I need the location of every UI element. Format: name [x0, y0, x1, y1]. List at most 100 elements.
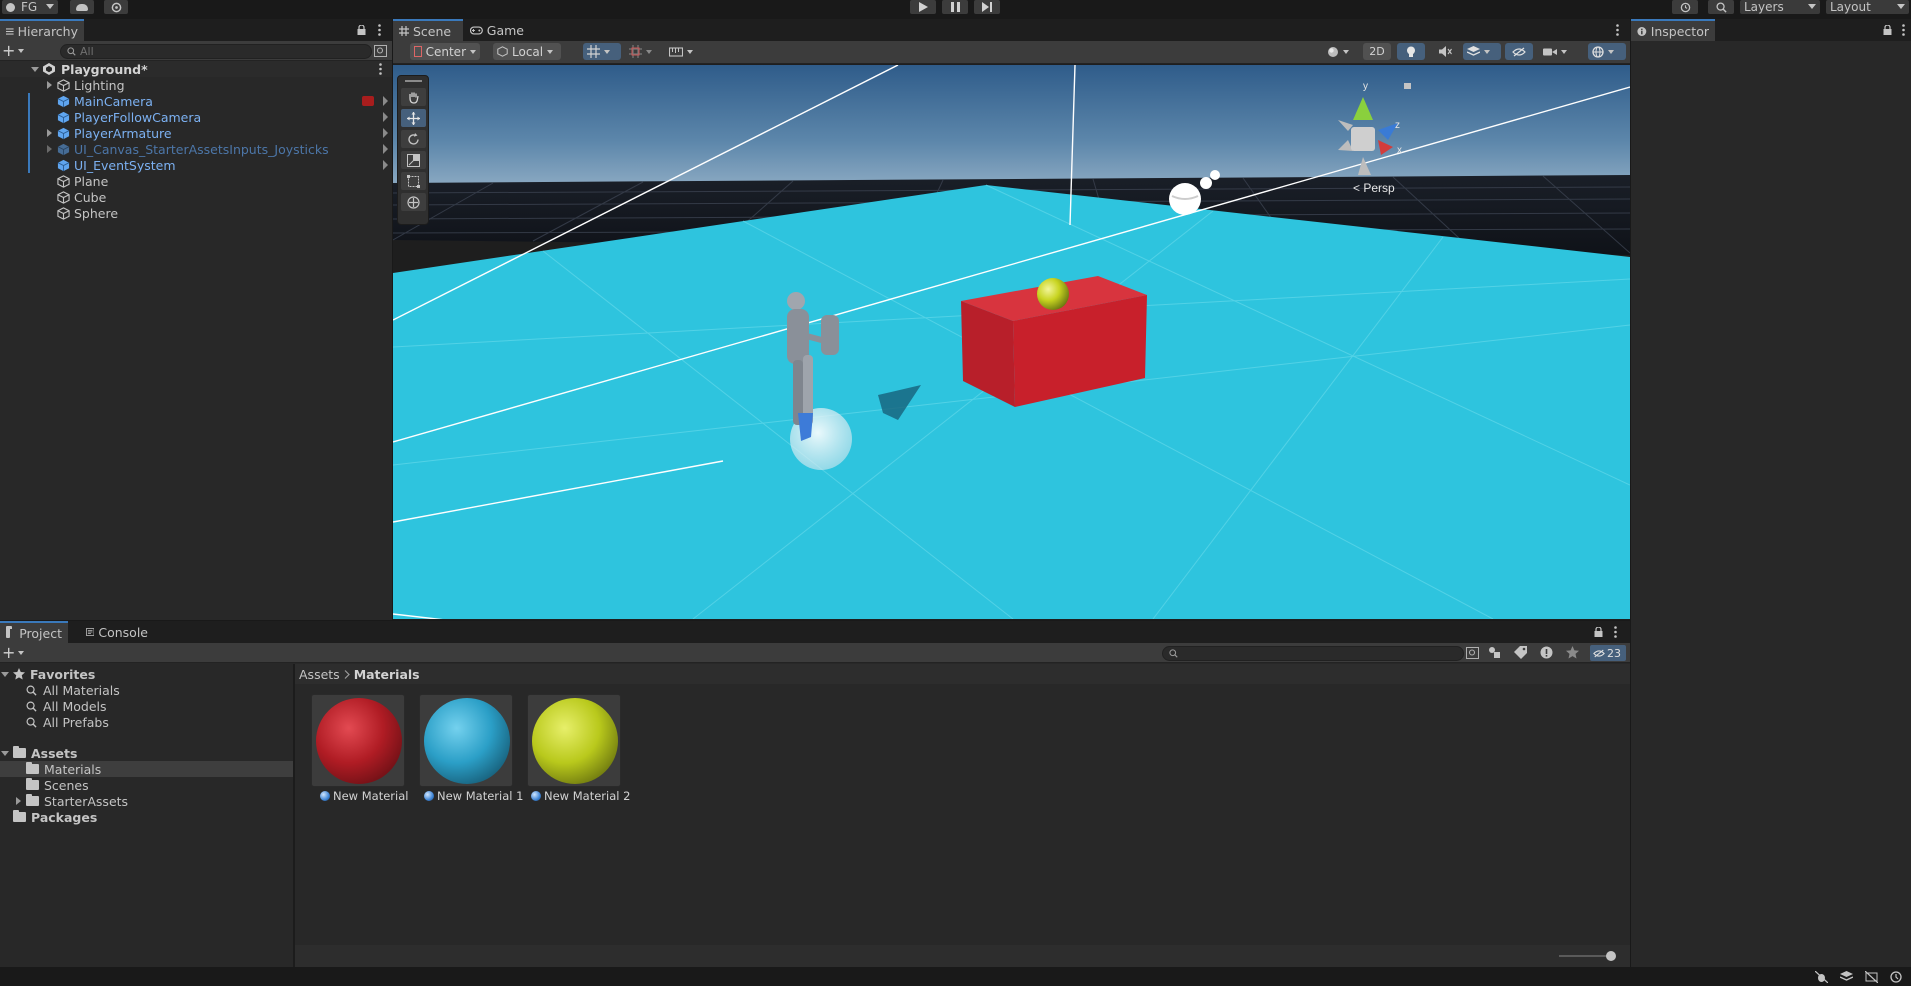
hidden-packages-toggle[interactable]: 23: [1590, 645, 1626, 661]
grid-snapping-toggle[interactable]: [583, 43, 621, 60]
hierarchy-item-ui-canvas[interactable]: UI_Canvas_StarterAssetsInputs_Joysticks: [0, 141, 392, 157]
material-label[interactable]: New Material 2: [531, 789, 630, 803]
lock-icon[interactable]: [357, 25, 366, 35]
kebab-menu-icon[interactable]: [1616, 24, 1619, 36]
search-type-icon[interactable]: [374, 45, 387, 57]
account-dropdown[interactable]: FG: [2, 0, 58, 14]
open-prefab-arrow-icon[interactable]: [383, 144, 388, 154]
hierarchy-item-ui-eventsystem[interactable]: UI_EventSystem: [0, 157, 392, 173]
play-button[interactable]: [910, 0, 936, 14]
hierarchy-item-lighting[interactable]: Lighting: [0, 77, 392, 93]
label-tag-icon[interactable]: [1514, 646, 1527, 659]
gizmos-dropdown[interactable]: [1588, 43, 1626, 60]
layers-stack-icon[interactable]: [1840, 971, 1853, 983]
toggle-audio-button[interactable]: [1431, 43, 1459, 60]
tab-console[interactable]: Console: [80, 621, 154, 643]
material-label[interactable]: New Material 1: [424, 789, 523, 803]
bug-icon[interactable]: [1815, 971, 1828, 983]
favorites-row[interactable]: Favorites: [0, 666, 95, 682]
pivot-rotation-dropdown[interactable]: Local: [493, 43, 561, 60]
expand-arrow-icon[interactable]: [44, 80, 54, 90]
packages-row[interactable]: Packages: [0, 809, 97, 825]
breadcrumb-assets[interactable]: Assets: [299, 667, 340, 682]
breadcrumb-materials[interactable]: Materials: [354, 667, 420, 682]
favorite-item-all-materials[interactable]: All Materials: [26, 682, 120, 698]
services-button[interactable]: [104, 0, 128, 14]
open-prefab-arrow-icon[interactable]: [383, 96, 388, 106]
toggle-2d-button[interactable]: 2D: [1363, 43, 1391, 60]
snap-settings-toggle[interactable]: [665, 43, 701, 60]
expand-arrow-icon[interactable]: [44, 144, 54, 154]
draw-mode-dropdown[interactable]: [1323, 43, 1359, 60]
hierarchy-item-sphere[interactable]: Sphere: [0, 205, 392, 221]
hierarchy-item-maincamera[interactable]: MainCamera: [0, 93, 392, 109]
favorite-star-icon[interactable]: [1566, 646, 1579, 659]
hierarchy-item-cube[interactable]: Cube: [0, 189, 392, 205]
create-button[interactable]: +: [2, 43, 28, 59]
zoom-slider-track[interactable]: [1559, 955, 1611, 957]
transform-tool-button[interactable]: [401, 193, 426, 211]
expand-arrow-icon[interactable]: [30, 64, 40, 74]
folder-item-materials[interactable]: Materials: [0, 761, 293, 777]
gizmo-lock-icon[interactable]: [1404, 83, 1411, 89]
tab-hierarchy[interactable]: Hierarchy: [0, 19, 84, 41]
favorite-item-all-prefabs[interactable]: All Prefabs: [26, 714, 109, 730]
tab-scene[interactable]: Scene: [393, 19, 463, 41]
search-by-type-icon[interactable]: [1466, 647, 1479, 659]
hierarchy-item-plane[interactable]: Plane: [0, 173, 392, 189]
camera-settings-dropdown[interactable]: [1539, 43, 1579, 60]
material-label[interactable]: New Material: [320, 789, 408, 803]
material-thumbnail[interactable]: [527, 694, 621, 787]
scene-menu-icon[interactable]: [379, 63, 382, 75]
increment-snapping-toggle[interactable]: [625, 43, 661, 60]
kebab-menu-icon[interactable]: [1902, 24, 1905, 36]
cloud-button[interactable]: [70, 0, 94, 14]
rotate-tool-button[interactable]: [401, 130, 426, 148]
folder-item-scenes[interactable]: Scenes: [26, 777, 89, 793]
expand-arrow-icon[interactable]: [0, 669, 10, 679]
pivot-mode-dropdown[interactable]: Center: [410, 43, 480, 60]
scale-tool-button[interactable]: [401, 151, 426, 169]
layout-dropdown[interactable]: Layout: [1826, 0, 1909, 14]
gizmo-projection-label[interactable]: < Persp: [1353, 181, 1395, 195]
filter-by-type-icon[interactable]: [1488, 646, 1501, 659]
hierarchy-search-field[interactable]: All: [60, 44, 372, 59]
network-off-icon[interactable]: [1865, 971, 1878, 983]
lock-icon[interactable]: [1883, 25, 1892, 35]
kebab-menu-icon[interactable]: [378, 24, 381, 36]
step-button[interactable]: [974, 0, 1000, 14]
open-prefab-arrow-icon[interactable]: [383, 112, 388, 122]
warning-filter-icon[interactable]: [1540, 646, 1553, 659]
open-prefab-arrow-icon[interactable]: [383, 128, 388, 138]
favorite-item-all-models[interactable]: All Models: [26, 698, 107, 714]
layers-dropdown[interactable]: Layers: [1740, 0, 1820, 14]
open-prefab-arrow-icon[interactable]: [383, 160, 388, 170]
hierarchy-item-playerarmature[interactable]: PlayerArmature: [0, 125, 392, 141]
folder-item-starterassets[interactable]: StarterAssets: [13, 793, 128, 809]
hierarchy-scene-row[interactable]: Playground*: [0, 61, 392, 77]
hierarchy-item-playerfollowcamera[interactable]: PlayerFollowCamera: [0, 109, 392, 125]
tab-project[interactable]: Project: [0, 621, 68, 643]
material-thumbnail[interactable]: [419, 694, 513, 787]
kebab-menu-icon[interactable]: [1614, 626, 1617, 638]
material-thumbnail[interactable]: [311, 694, 405, 787]
zoom-slider-thumb[interactable]: [1606, 951, 1616, 961]
create-asset-button[interactable]: +: [2, 645, 28, 661]
assets-row[interactable]: Assets: [0, 745, 77, 761]
pause-button[interactable]: [942, 0, 968, 14]
lock-icon[interactable]: [1594, 627, 1603, 637]
move-tool-button[interactable]: [401, 109, 426, 127]
scene-visibility-toggle[interactable]: [1505, 43, 1533, 60]
project-search-field[interactable]: [1162, 646, 1464, 661]
expand-arrow-icon[interactable]: [44, 128, 54, 138]
undo-history-button[interactable]: [1672, 0, 1698, 14]
tab-game[interactable]: Game: [464, 19, 530, 41]
hand-tool-button[interactable]: [401, 88, 426, 106]
tab-inspector[interactable]: Inspector: [1631, 19, 1715, 41]
expand-arrow-icon[interactable]: [13, 796, 23, 806]
effects-dropdown[interactable]: [1463, 43, 1501, 60]
toggle-lighting-button[interactable]: [1397, 43, 1425, 60]
rect-tool-button[interactable]: [401, 172, 426, 190]
scene-viewport[interactable]: y z x < Persp: [393, 65, 1630, 619]
spinner-icon[interactable]: [1890, 971, 1902, 983]
